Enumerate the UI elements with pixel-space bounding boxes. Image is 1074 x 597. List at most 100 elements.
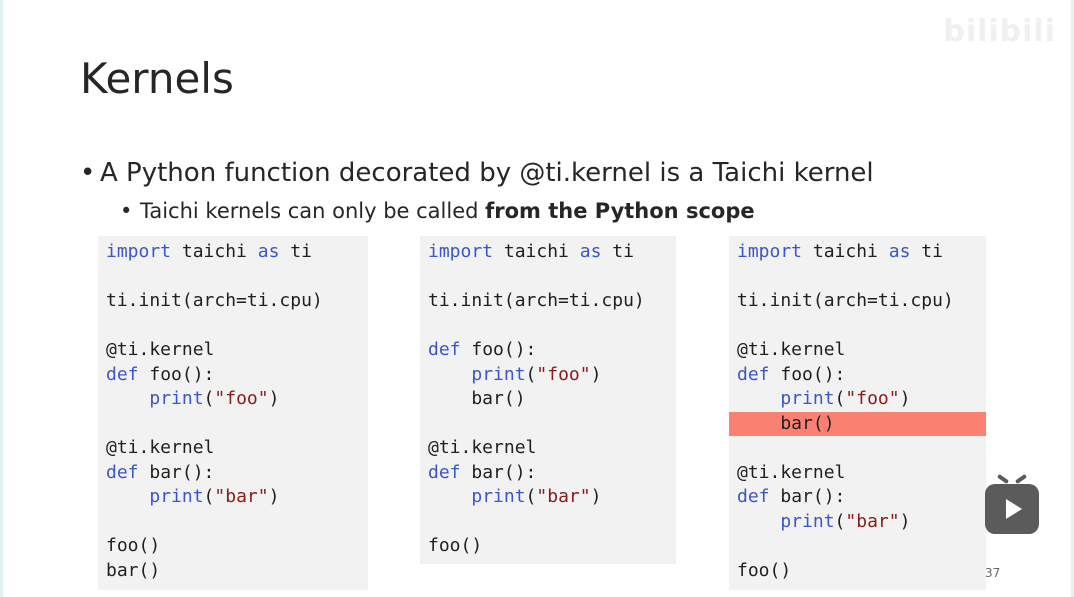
code-token: )	[899, 388, 911, 409]
code-keyword: print	[471, 486, 526, 507]
bullet-2-text: Taichi kernels can only be called	[140, 199, 486, 223]
code-line: bar()	[98, 559, 368, 584]
code-line: print("foo")	[98, 387, 368, 412]
code-token: ti.init(arch=ti.cpu)	[428, 290, 645, 311]
code-token: taichi	[493, 241, 580, 262]
code-token: )	[268, 486, 280, 507]
code-token: ti	[601, 241, 634, 262]
code-token: @ti.kernel	[428, 437, 537, 458]
code-line: @ti.kernel	[420, 436, 676, 461]
code-keyword: as	[579, 241, 602, 262]
code-line: foo()	[98, 534, 368, 559]
code-keyword: def	[737, 363, 770, 385]
page-number: 37	[985, 566, 1001, 580]
code-line: print("foo")	[420, 363, 676, 388]
bullet-2-bold-text: from the Python scope	[485, 199, 755, 223]
code-token: (	[834, 388, 846, 409]
code-string: "bar"	[536, 486, 591, 507]
code-keyword: def	[106, 461, 139, 483]
bullet-1-text: A Python function decorated by @ti.kerne…	[100, 158, 874, 188]
code-token: ti.init(arch=ti.cpu)	[106, 290, 323, 311]
code-token: bar()	[106, 559, 161, 581]
code-keyword: print	[780, 388, 835, 409]
code-token: bar():	[138, 461, 215, 483]
code-line: def foo():	[729, 363, 986, 388]
code-string: "foo"	[536, 363, 591, 385]
code-keyword: as	[257, 241, 280, 262]
code-line: ti.init(arch=ti.cpu)	[98, 289, 368, 314]
code-keyword: def	[106, 363, 139, 385]
code-keyword: print	[471, 363, 526, 385]
code-line: def bar():	[98, 461, 368, 486]
code-keyword: def	[428, 461, 461, 483]
code-line: ti.init(arch=ti.cpu)	[729, 289, 986, 314]
code-keyword: print	[780, 510, 835, 532]
code-keyword: import	[737, 241, 803, 262]
code-token: @ti.kernel	[737, 339, 846, 360]
code-line: def foo():	[98, 363, 368, 388]
code-token: )	[899, 510, 911, 532]
code-line: print("bar")	[420, 485, 676, 510]
code-line: print("bar")	[98, 485, 368, 510]
code-line: foo()	[729, 559, 986, 584]
code-line: def bar():	[729, 485, 986, 510]
code-token: @ti.kernel	[106, 339, 215, 360]
code-token: ti.init(arch=ti.cpu)	[737, 290, 954, 311]
code-line: ti.init(arch=ti.cpu)	[420, 289, 676, 314]
code-token: bar()	[428, 388, 526, 409]
code-keyword: def	[737, 486, 770, 507]
bullet-level-1: • A Python function decorated by @ti.kern…	[80, 158, 874, 188]
code-token: taichi	[802, 241, 889, 262]
code-line: print("foo")	[729, 387, 986, 412]
code-keyword: import	[106, 241, 172, 262]
bullet-dot-icon: •	[120, 199, 133, 223]
code-token: (	[525, 486, 537, 507]
code-token: ti	[279, 241, 312, 262]
code-block-1: import taichi as ti ti.init(arch=ti.cpu) @…	[98, 236, 368, 590]
code-token: @ti.kernel	[737, 461, 846, 483]
code-token: foo():	[138, 363, 215, 385]
code-token: (	[834, 510, 846, 532]
code-token: foo():	[460, 339, 537, 360]
code-token: )	[268, 388, 280, 409]
code-keyword: as	[888, 241, 911, 262]
code-keyword: def	[428, 339, 461, 360]
code-line: def bar():	[420, 461, 676, 486]
play-icon	[1006, 499, 1022, 519]
code-line: import taichi as ti	[98, 240, 368, 265]
code-line: @ti.kernel	[729, 338, 986, 363]
play-button-ear-left	[996, 473, 1010, 485]
code-line: def foo():	[420, 338, 676, 363]
code-token: @ti.kernel	[106, 437, 215, 458]
code-token: )	[590, 363, 602, 385]
code-token: )	[590, 486, 602, 507]
bilibili-watermark: bilibili	[943, 14, 1056, 49]
bullet-dot-icon: •	[80, 158, 96, 188]
code-block-3: import taichi as ti ti.init(arch=ti.cpu) @…	[729, 236, 986, 590]
code-line: import taichi as ti	[729, 240, 986, 265]
code-string: "bar"	[845, 510, 900, 532]
play-button-ear-right	[1014, 473, 1028, 485]
video-play-button[interactable]	[985, 473, 1039, 534]
code-keyword: import	[428, 241, 494, 262]
code-token: foo()	[106, 535, 161, 556]
code-token: foo():	[769, 363, 846, 385]
code-keyword: print	[149, 486, 204, 507]
code-line: print("bar")	[729, 510, 986, 535]
code-token: (	[525, 363, 537, 385]
